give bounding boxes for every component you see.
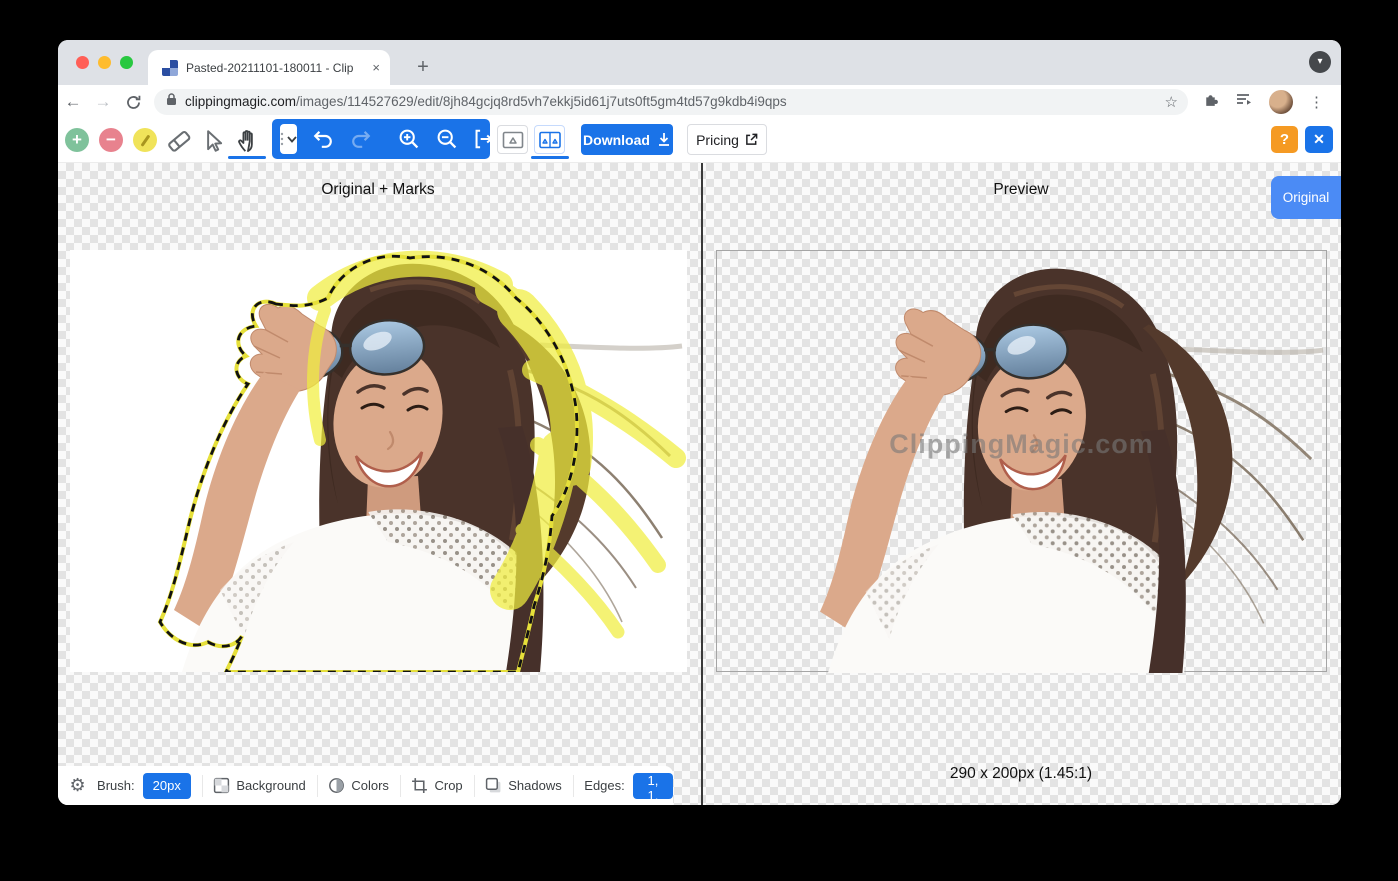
forward-icon[interactable]: →: [88, 92, 118, 112]
crop-icon: [411, 777, 428, 794]
reload-icon[interactable]: [118, 92, 148, 112]
close-window-button[interactable]: [76, 56, 89, 69]
clippingmagic-favicon: [162, 60, 178, 76]
pan-hand-tool[interactable]: [234, 128, 260, 154]
shadows-icon: [485, 777, 502, 794]
hair-tool-slash: [140, 134, 150, 146]
pricing-button-label: Pricing: [696, 132, 739, 148]
download-icon: [657, 132, 671, 147]
toolbar-separator: [202, 775, 203, 797]
redo-icon[interactable]: [349, 127, 373, 151]
preview-image[interactable]: ClippingMagic.com: [716, 250, 1327, 672]
tool-options-dropdown[interactable]: [280, 124, 297, 154]
address-input[interactable]: clippingmagic.com/images/114527629/edit/…: [154, 89, 1188, 115]
download-button[interactable]: Download: [581, 124, 673, 155]
browser-window: Pasted-20211101-180011 - Clip × + ▾ ← → …: [58, 40, 1341, 805]
crop-button[interactable]: Crop: [411, 777, 462, 794]
back-icon[interactable]: ←: [58, 92, 88, 112]
background-icon: [213, 777, 230, 794]
right-panel-title: Preview: [993, 181, 1048, 199]
reading-list-icon[interactable]: [1235, 91, 1253, 112]
split-view-button[interactable]: [534, 125, 565, 154]
right-image-dimensions: 290 x 200px (1.45:1): [950, 765, 1092, 783]
url-domain: clippingmagic.com: [185, 94, 296, 109]
single-view-button[interactable]: [497, 125, 528, 154]
chrome-actions: ⋮: [1202, 90, 1324, 114]
tab-title: Pasted-20211101-180011 - Clip: [186, 61, 364, 75]
zoom-in-icon[interactable]: [397, 127, 421, 151]
toolbar-separator: [317, 775, 318, 797]
toolbar-separator: [400, 775, 401, 797]
canvas-controls: [272, 119, 490, 159]
bottom-toolbar: ⚙ Brush: 20px Background Colors Crop Sha…: [58, 766, 673, 805]
pricing-button[interactable]: Pricing: [687, 124, 767, 155]
panel-divider: [701, 163, 703, 805]
url-text: clippingmagic.com/images/114527629/edit/…: [185, 94, 1159, 109]
select-cursor-tool[interactable]: [200, 128, 226, 154]
crop-label: Crop: [434, 778, 462, 793]
extensions-puzzle-icon[interactable]: [1202, 91, 1219, 113]
shadows-label: Shadows: [508, 778, 561, 793]
original-toggle-button[interactable]: Original: [1271, 176, 1341, 219]
colors-icon: [328, 777, 345, 794]
mark-foreground-tool[interactable]: +: [65, 128, 89, 152]
new-tab-button[interactable]: +: [410, 54, 436, 80]
shadows-button[interactable]: Shadows: [485, 777, 561, 794]
toolbar-separator: [573, 775, 574, 797]
minimize-window-button[interactable]: [98, 56, 111, 69]
help-button[interactable]: ?: [1271, 126, 1298, 153]
undo-icon[interactable]: [311, 127, 335, 151]
zoom-fit-icon[interactable]: [473, 127, 497, 151]
colors-button[interactable]: Colors: [328, 777, 389, 794]
close-editor-button[interactable]: ✕: [1305, 126, 1333, 153]
hair-tool[interactable]: [133, 128, 157, 152]
tab-strip: Pasted-20211101-180011 - Clip × + ▾: [58, 40, 1341, 85]
background-button[interactable]: Background: [213, 777, 305, 794]
edges-label: Edges:: [584, 778, 624, 793]
tab-search-button[interactable]: ▾: [1309, 51, 1331, 73]
editor-canvas: Original + Marks Preview ClippingMagic.c…: [58, 163, 1341, 805]
edges-value-button[interactable]: 1, 1, 0: [633, 773, 673, 799]
settings-gear-icon[interactable]: ⚙: [68, 775, 87, 796]
external-link-icon: [745, 133, 758, 146]
background-label: Background: [236, 778, 305, 793]
url-path: /images/114527629/edit/8jh84gcjq8rd5vh7e…: [296, 94, 787, 109]
colors-label: Colors: [351, 778, 389, 793]
browser-tab[interactable]: Pasted-20211101-180011 - Clip ×: [148, 50, 390, 85]
brush-size-button[interactable]: 20px: [143, 773, 191, 799]
chrome-menu-icon[interactable]: ⋮: [1309, 93, 1324, 111]
editor-toolbar: + −: [58, 118, 1341, 163]
active-tool-indicator: [228, 156, 266, 159]
original-marks-image[interactable]: [70, 250, 687, 672]
left-panel-title: Original + Marks: [321, 181, 434, 199]
watermark-text: ClippingMagic.com: [889, 429, 1154, 460]
url-bar: ← → clippingmagic.com/images/114527629/e…: [58, 85, 1341, 118]
mark-background-tool[interactable]: −: [99, 128, 123, 152]
profile-avatar[interactable]: [1269, 90, 1293, 114]
eraser-tool[interactable]: [166, 128, 192, 154]
brush-label: Brush:: [97, 778, 135, 793]
download-button-label: Download: [583, 132, 650, 148]
tab-close-icon[interactable]: ×: [372, 60, 380, 75]
lock-icon: [166, 93, 177, 111]
bookmark-star-icon[interactable]: ☆: [1165, 93, 1178, 111]
fullscreen-window-button[interactable]: [120, 56, 133, 69]
zoom-out-icon[interactable]: [435, 127, 459, 151]
active-view-indicator: [531, 156, 569, 159]
toolbar-separator: [474, 775, 475, 797]
